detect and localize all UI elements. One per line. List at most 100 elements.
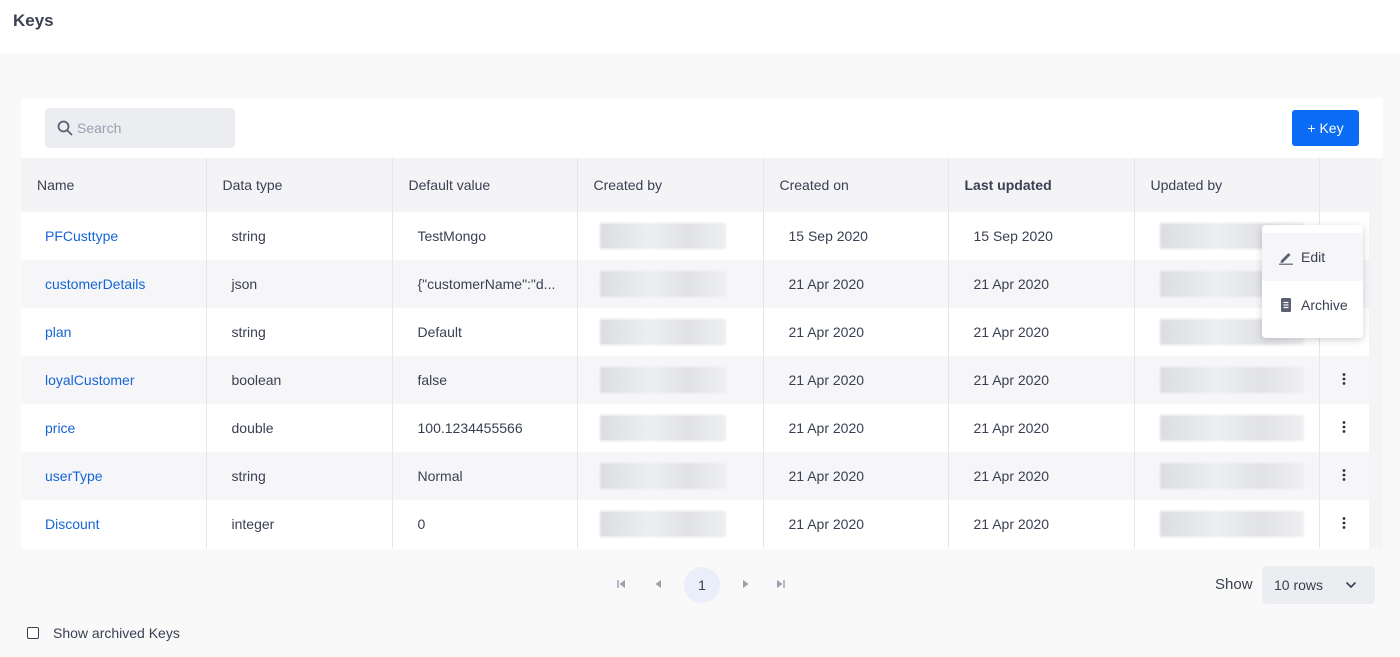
redacted-user: [1159, 463, 1304, 489]
created-on-cell: 21 Apr 2020: [763, 404, 949, 452]
page-title: Keys: [13, 11, 54, 30]
kebab-menu-icon[interactable]: [1336, 515, 1352, 531]
page-number-current[interactable]: 1: [684, 567, 720, 603]
created-by-cell: [577, 212, 764, 260]
key-name-cell[interactable]: Discount: [21, 500, 207, 548]
key-name-link[interactable]: Discount: [45, 516, 99, 532]
default-value-cell: {"customerName":"d...: [392, 260, 578, 308]
last-updated-cell: 15 Sep 2020: [948, 212, 1135, 260]
key-name-link[interactable]: price: [45, 420, 75, 436]
key-name-cell[interactable]: PFCusttype: [21, 212, 207, 260]
default-value-cell: false: [392, 356, 578, 404]
created-on-cell: 21 Apr 2020: [763, 308, 949, 356]
kebab-menu-icon[interactable]: [1336, 467, 1352, 483]
keys-card: + Key Name Data type Default value Creat…: [21, 98, 1383, 549]
add-key-button[interactable]: + Key: [1292, 110, 1359, 146]
key-name-cell[interactable]: loyalCustomer: [21, 356, 207, 404]
column-header-updated-by[interactable]: Updated by: [1134, 158, 1320, 212]
key-name-link[interactable]: userType: [45, 468, 103, 484]
created-on-cell: 21 Apr 2020: [763, 260, 949, 308]
table-row: PFCusttype string TestMongo 15 Sep 2020 …: [21, 212, 1370, 260]
created-by-cell: [577, 260, 764, 308]
data-type-cell: string: [206, 212, 393, 260]
rows-per-page-label: Show: [1215, 576, 1253, 593]
redacted-user: [599, 319, 726, 345]
prev-page-icon[interactable]: [652, 577, 664, 591]
column-header-data-type[interactable]: Data type: [206, 158, 393, 212]
last-updated-cell: 21 Apr 2020: [948, 452, 1135, 500]
table-row: userType string Normal 21 Apr 2020 21 Ap…: [21, 452, 1370, 500]
column-header-name[interactable]: Name: [21, 158, 207, 212]
created-by-cell: [577, 500, 764, 548]
search-input[interactable]: [77, 108, 227, 148]
created-by-cell: [577, 356, 764, 404]
table-scrollbar[interactable]: [1369, 158, 1383, 549]
data-type-cell: string: [206, 452, 393, 500]
row-actions-cell: [1319, 500, 1370, 548]
table-row: customerDetails json {"customerName":"d.…: [21, 260, 1370, 308]
menu-item-archive[interactable]: Archive: [1262, 281, 1363, 329]
row-actions-cell: [1319, 404, 1370, 452]
table-row: price double 100.1234455566 21 Apr 2020 …: [21, 404, 1370, 452]
kebab-menu-icon[interactable]: [1336, 371, 1352, 387]
created-by-cell: [577, 404, 764, 452]
search-box[interactable]: [45, 108, 235, 148]
redacted-user: [1159, 511, 1304, 537]
first-page-icon[interactable]: [615, 577, 627, 591]
table-row: Discount integer 0 21 Apr 2020 21 Apr 20…: [21, 500, 1370, 548]
menu-item-edit[interactable]: Edit: [1262, 233, 1363, 281]
next-page-icon[interactable]: [740, 577, 752, 591]
key-name-cell[interactable]: customerDetails: [21, 260, 207, 308]
default-value-cell: Normal: [392, 452, 578, 500]
created-on-cell: 15 Sep 2020: [763, 212, 949, 260]
keys-table: Name Data type Default value Created by …: [21, 158, 1370, 548]
key-name-link[interactable]: PFCusttype: [45, 228, 118, 244]
pencil-icon: [1279, 253, 1293, 265]
default-value-cell: 0: [392, 500, 578, 548]
last-page-icon[interactable]: [775, 577, 787, 591]
column-header-last-updated[interactable]: Last updated: [948, 158, 1135, 212]
column-header-actions: [1319, 158, 1369, 212]
column-header-created-by[interactable]: Created by: [577, 158, 764, 212]
default-value-cell: TestMongo: [392, 212, 578, 260]
data-type-cell: boolean: [206, 356, 393, 404]
key-name-cell[interactable]: price: [21, 404, 207, 452]
key-name-link[interactable]: customerDetails: [45, 276, 145, 292]
column-header-created-on[interactable]: Created on: [763, 158, 949, 212]
rows-per-page-value: 10 rows: [1274, 577, 1324, 593]
top-bar: Keys: [0, 0, 1400, 53]
key-name-cell[interactable]: userType: [21, 452, 207, 500]
kebab-menu-icon[interactable]: [1336, 419, 1352, 435]
created-on-cell: 21 Apr 2020: [763, 356, 949, 404]
menu-item-label: Edit: [1301, 249, 1326, 265]
data-type-cell: json: [206, 260, 393, 308]
key-name-cell[interactable]: plan: [21, 308, 207, 356]
updated-by-cell: [1134, 452, 1320, 500]
created-on-cell: 21 Apr 2020: [763, 452, 949, 500]
key-name-link[interactable]: plan: [45, 324, 71, 340]
column-header-default-value[interactable]: Default value: [392, 158, 578, 212]
redacted-user: [599, 463, 726, 489]
redacted-user: [599, 223, 726, 249]
row-action-menu: Edit Archive: [1262, 225, 1363, 338]
updated-by-cell: [1134, 404, 1320, 452]
updated-by-cell: [1134, 500, 1320, 548]
rows-per-page-select[interactable]: 10 rows: [1262, 566, 1375, 604]
menu-item-label: Archive: [1301, 297, 1348, 313]
key-name-link[interactable]: loyalCustomer: [45, 372, 134, 388]
data-type-cell: string: [206, 308, 393, 356]
created-by-cell: [577, 308, 764, 356]
last-updated-cell: 21 Apr 2020: [948, 404, 1135, 452]
default-value-cell: Default: [392, 308, 578, 356]
last-updated-cell: 21 Apr 2020: [948, 356, 1135, 404]
redacted-user: [599, 415, 726, 441]
show-archived-label: Show archived Keys: [53, 625, 180, 641]
created-by-cell: [577, 452, 764, 500]
last-updated-cell: 21 Apr 2020: [948, 260, 1135, 308]
redacted-user: [599, 271, 726, 297]
redacted-user: [599, 511, 726, 537]
redacted-user: [599, 367, 726, 393]
redacted-user: [1159, 367, 1304, 393]
updated-by-cell: [1134, 356, 1320, 404]
show-archived-checkbox[interactable]: [27, 627, 39, 639]
